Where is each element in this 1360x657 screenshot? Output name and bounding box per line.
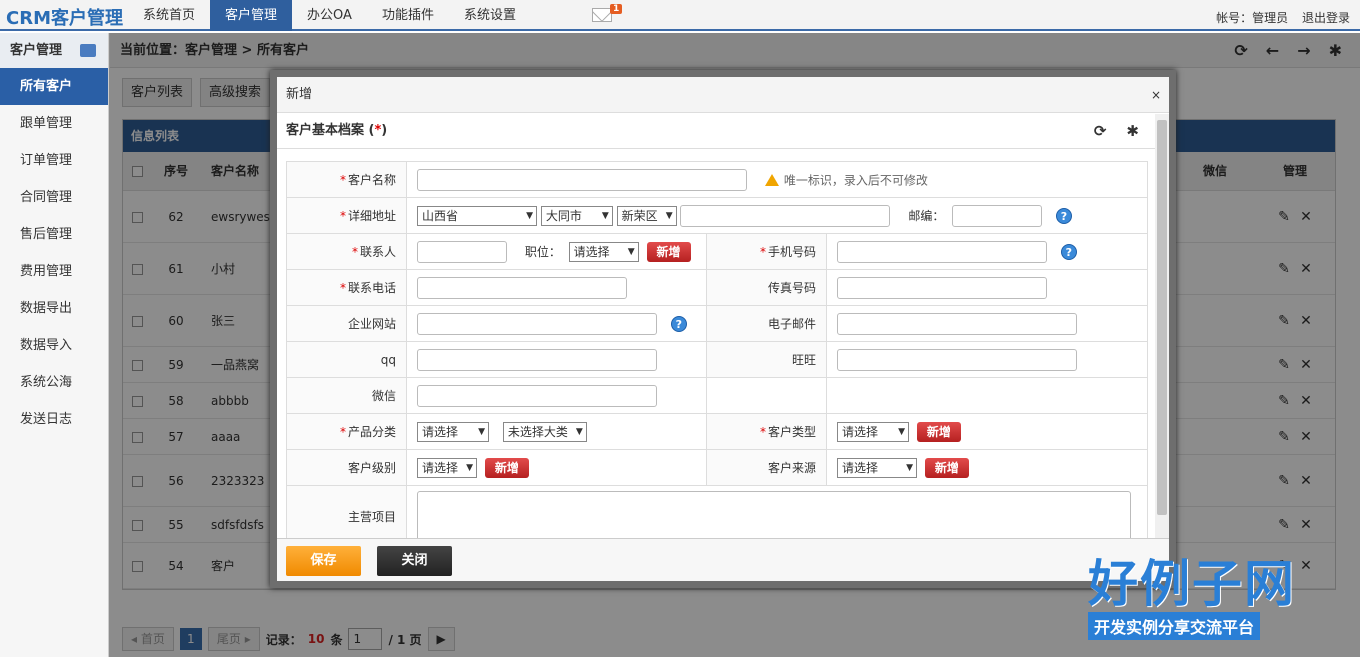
nav-home[interactable]: 系统首页	[128, 0, 210, 31]
label-mobile: * 手机号码	[706, 233, 827, 270]
add-customer-source-button[interactable]: 新增	[924, 457, 969, 478]
website-input[interactable]	[417, 312, 657, 335]
customer-type-select[interactable]: 请选择	[837, 421, 909, 442]
position-select[interactable]: 请选择	[568, 241, 639, 262]
customer-form: *客户名称 唯一标识，录入后不可修改 *详细地址 山西省 大同市 新荣区 邮编：…	[286, 161, 1148, 553]
watermark-title: 好例子网	[1088, 554, 1296, 613]
close-button[interactable]: 关闭	[377, 546, 452, 576]
sidebar-item-public-pool[interactable]: 系统公海	[0, 364, 108, 401]
sidebar-item-export[interactable]: 数据导出	[0, 290, 108, 327]
add-position-button[interactable]: 新增	[646, 241, 691, 262]
label-customer-name: * 客户名称	[286, 161, 407, 198]
nav-customers[interactable]: 客户管理	[210, 0, 293, 31]
app-brand: CRM客户管理	[6, 8, 123, 29]
label-contact: * 联系人	[286, 233, 407, 270]
wangwang-input[interactable]	[837, 348, 1077, 371]
email-input[interactable]	[837, 312, 1077, 335]
warning-icon	[764, 173, 779, 186]
customer-name-input[interactable]	[417, 168, 747, 191]
province-select[interactable]: 山西省	[417, 205, 537, 226]
help-icon[interactable]: ?	[670, 315, 687, 332]
collapse-icon[interactable]	[80, 44, 96, 57]
help-icon[interactable]: ?	[1060, 243, 1077, 260]
save-button[interactable]: 保存	[286, 546, 361, 576]
sidebar-title-text: 客户管理	[10, 43, 63, 58]
fax-input[interactable]	[837, 276, 1047, 299]
label-wangwang: 旺旺	[706, 341, 827, 378]
dialog-footer: 保存 关闭	[277, 538, 1169, 581]
label-wechat: 微信	[286, 377, 407, 414]
add-customer-dialog: 新增 × 客户基本档案 (*) ⟳ ✱ * 客户名称 唯一标识，录入后不可修改 *…	[270, 70, 1176, 588]
section-title-text: 客户基本档案 (	[286, 123, 375, 138]
business-textarea[interactable]	[417, 490, 1131, 543]
district-select[interactable]: 新荣区	[616, 205, 677, 226]
label-website: 企业网站	[286, 305, 407, 342]
label-position: 职位：	[524, 245, 561, 259]
dialog-scrollbar[interactable]	[1155, 114, 1169, 551]
customer-name-hint: 唯一标识，录入后不可修改	[783, 173, 928, 187]
refresh-icon[interactable]: ⟳	[1094, 113, 1107, 149]
sidebar-item-orders[interactable]: 订单管理	[0, 142, 108, 179]
label-customer-source: 客户来源	[706, 449, 827, 486]
sidebar: 客户管理 所有客户 跟单管理 订单管理 合同管理 售后管理 费用管理 数据导出 …	[0, 33, 109, 657]
user-area: 帐号：管理员 退出登录	[1206, 9, 1350, 26]
sidebar-item-expenses[interactable]: 费用管理	[0, 253, 108, 290]
logout-link[interactable]: 退出登录	[1302, 11, 1350, 25]
main-nav: 系统首页 客户管理 办公OA 功能插件 系统设置	[128, 0, 531, 31]
watermark-logo: 好例子网 开发实例分享交流平台	[1088, 556, 1313, 648]
nav-settings[interactable]: 系统设置	[449, 0, 531, 31]
postcode-input[interactable]	[952, 204, 1043, 227]
label-email: 电子邮件	[706, 305, 827, 342]
wechat-input[interactable]	[417, 384, 657, 407]
sidebar-item-import[interactable]: 数据导入	[0, 327, 108, 364]
help-icon[interactable]: ?	[1055, 207, 1072, 224]
sidebar-item-followup[interactable]: 跟单管理	[0, 105, 108, 142]
label-phone: * 联系电话	[286, 269, 407, 306]
nav-plugins[interactable]: 功能插件	[367, 0, 449, 31]
label-qq: qq	[286, 341, 407, 378]
label-postcode: 邮编：	[908, 209, 945, 223]
label-customer-type: * 客户类型	[706, 413, 827, 450]
label-address: * 详细地址	[286, 197, 407, 234]
mobile-input[interactable]	[837, 240, 1047, 263]
watermark-subtitle: 开发实例分享交流平台	[1088, 612, 1261, 640]
city-select[interactable]: 大同市	[540, 205, 613, 226]
dialog-titlebar: 新增 ×	[277, 77, 1169, 113]
label-product-category: * 产品分类	[286, 413, 407, 450]
gear-icon[interactable]: ✱	[1126, 113, 1139, 149]
mail-badge: 1	[610, 4, 623, 14]
label-fax: 传真号码	[706, 269, 827, 306]
street-input[interactable]	[680, 204, 891, 227]
customer-level-select[interactable]: 请选择	[417, 457, 477, 478]
product-category-select[interactable]: 请选择	[417, 421, 489, 442]
phone-input[interactable]	[417, 276, 627, 299]
add-customer-level-button[interactable]: 新增	[484, 457, 529, 478]
nav-oa[interactable]: 办公OA	[292, 0, 367, 31]
mail-icon[interactable]	[592, 8, 612, 22]
sidebar-item-all-customers[interactable]: 所有客户	[0, 68, 108, 105]
section-title-end: )	[381, 123, 388, 138]
account-label: 帐号：管理员	[1216, 11, 1289, 25]
qq-input[interactable]	[417, 348, 657, 371]
section-title: 客户基本档案 (*) ⟳ ✱	[277, 113, 1169, 149]
contact-input[interactable]	[417, 240, 507, 263]
top-bar: CRM客户管理 系统首页 客户管理 办公OA 功能插件 系统设置 1 帐号：管理…	[0, 0, 1360, 31]
add-customer-type-button[interactable]: 新增	[916, 421, 961, 442]
customer-source-select[interactable]: 请选择	[837, 457, 917, 478]
sidebar-item-aftersales[interactable]: 售后管理	[0, 216, 108, 253]
sidebar-item-send-log[interactable]: 发送日志	[0, 401, 108, 438]
scrollbar-thumb[interactable]	[1157, 120, 1167, 515]
label-customer-level: 客户级别	[286, 449, 407, 486]
sidebar-title: 客户管理	[0, 33, 108, 68]
product-major-select[interactable]: 未选择大类	[502, 421, 587, 442]
dialog-title: 新增	[286, 87, 313, 102]
sidebar-item-contracts[interactable]: 合同管理	[0, 179, 108, 216]
close-icon[interactable]: ×	[1151, 77, 1161, 113]
